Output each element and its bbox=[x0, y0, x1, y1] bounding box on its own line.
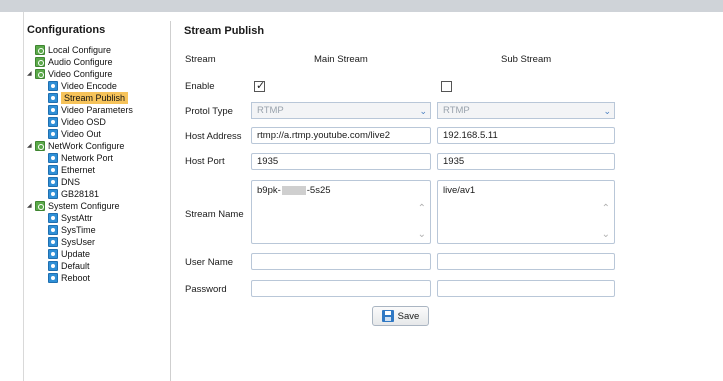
enable-label: Enable bbox=[185, 81, 215, 92]
sidebar-item-default[interactable]: Default bbox=[48, 260, 90, 272]
host-address-label: Host Address bbox=[185, 131, 242, 142]
top-bar bbox=[0, 0, 723, 12]
sidebar-item-network-configure[interactable]: ◢ NetWork Configure bbox=[27, 140, 124, 152]
scroll-up-icon[interactable]: ⌃ bbox=[602, 203, 610, 214]
main-stream-host-address-input[interactable]: rtmp://a.rtmp.youtube.com/live2 bbox=[251, 127, 431, 144]
sidebar-item-stream-publish[interactable]: Stream Publish bbox=[48, 92, 129, 104]
sub-stream-heading: Sub Stream bbox=[501, 54, 552, 65]
sidebar-item-network-port[interactable]: Network Port bbox=[48, 152, 113, 164]
sidebar-item-video-osd[interactable]: Video OSD bbox=[48, 116, 106, 128]
main-stream-user-name-input[interactable] bbox=[251, 253, 431, 270]
save-button[interactable]: Save bbox=[372, 306, 429, 326]
sidebar-item-video-parameters[interactable]: Video Parameters bbox=[48, 104, 133, 116]
folder-gear-icon bbox=[35, 69, 45, 79]
host-port-label: Host Port bbox=[185, 156, 225, 167]
sub-stream-host-address-input[interactable]: 192.168.5.11 bbox=[437, 127, 615, 144]
folder-gear-icon bbox=[35, 45, 45, 55]
main-stream-password-input[interactable] bbox=[251, 280, 431, 297]
scroll-down-icon[interactable]: ⌄ bbox=[418, 229, 426, 240]
checkmark-icon: ✓ bbox=[256, 80, 266, 92]
chevron-down-icon: ⌄ bbox=[419, 106, 427, 116]
main-stream-protocol-select[interactable]: RTMP ⌄ bbox=[251, 102, 431, 119]
sidebar-item-system-configure[interactable]: ◢ System Configure bbox=[27, 200, 120, 212]
sub-stream-password-input[interactable] bbox=[437, 280, 615, 297]
page-icon bbox=[48, 225, 58, 235]
sidebar-item-reboot[interactable]: Reboot bbox=[48, 272, 90, 284]
page-icon bbox=[48, 129, 58, 139]
page-icon bbox=[48, 249, 58, 259]
main-stream-name-textarea[interactable]: b9pk- -5s25 ⌃ ⌄ bbox=[251, 180, 431, 244]
sub-stream-name-textarea[interactable]: live/av1 ⌃ ⌄ bbox=[437, 180, 615, 244]
main-stream-host-port-input[interactable]: 1935 bbox=[251, 153, 431, 170]
save-disk-icon bbox=[381, 310, 394, 322]
sidebar-item-ethernet[interactable]: Ethernet bbox=[48, 164, 95, 176]
sidebar-item-audio-configure[interactable]: Audio Configure bbox=[35, 56, 113, 68]
scroll-up-icon[interactable]: ⌃ bbox=[418, 203, 426, 214]
scroll-down-icon[interactable]: ⌄ bbox=[602, 229, 610, 240]
page-icon bbox=[48, 153, 58, 163]
page-icon bbox=[48, 117, 58, 127]
folder-gear-icon bbox=[35, 57, 45, 67]
page-icon bbox=[48, 273, 58, 283]
sidebar: Configurations Local Configure Audio Con… bbox=[23, 21, 171, 381]
user-name-label: User Name bbox=[185, 257, 234, 268]
chevron-down-icon: ⌄ bbox=[603, 106, 611, 116]
expand-triangle-icon[interactable]: ◢ bbox=[27, 140, 33, 152]
sub-stream-user-name-input[interactable] bbox=[437, 253, 615, 270]
sidebar-item-video-encode[interactable]: Video Encode bbox=[48, 80, 117, 92]
password-label: Password bbox=[185, 284, 227, 295]
sidebar-item-systattr[interactable]: SystAttr bbox=[48, 212, 93, 224]
page-icon bbox=[48, 93, 58, 103]
sidebar-item-gb28181[interactable]: GB28181 bbox=[48, 188, 99, 200]
page-icon bbox=[48, 213, 58, 223]
page-icon bbox=[48, 81, 58, 91]
sidebar-title: Configurations bbox=[27, 24, 106, 36]
protocol-type-label: Protol Type bbox=[185, 106, 233, 117]
main-stream-enable-checkbox[interactable]: ✓ bbox=[254, 80, 266, 92]
page-icon bbox=[48, 177, 58, 187]
sidebar-item-update[interactable]: Update bbox=[48, 248, 90, 260]
page-icon bbox=[48, 165, 58, 175]
sidebar-item-local-configure[interactable]: Local Configure bbox=[35, 44, 111, 56]
page-icon bbox=[48, 261, 58, 271]
sidebar-item-video-configure[interactable]: ◢ Video Configure bbox=[27, 68, 112, 80]
folder-gear-icon bbox=[35, 201, 45, 211]
sidebar-item-sysuser[interactable]: SysUser bbox=[48, 236, 95, 248]
page-title: Stream Publish bbox=[184, 25, 265, 37]
expand-triangle-icon[interactable]: ◢ bbox=[27, 200, 33, 212]
page-icon bbox=[48, 105, 58, 115]
folder-gear-icon bbox=[35, 141, 45, 151]
expand-triangle-icon[interactable]: ◢ bbox=[27, 68, 33, 80]
sub-stream-protocol-select[interactable]: RTMP ⌄ bbox=[437, 102, 615, 119]
sidebar-item-video-out[interactable]: Video Out bbox=[48, 128, 101, 140]
stream-name-label: Stream Name bbox=[185, 209, 244, 220]
redacted-text bbox=[281, 185, 306, 195]
sidebar-item-systime[interactable]: SysTime bbox=[48, 224, 96, 236]
page-icon bbox=[48, 237, 58, 247]
sidebar-item-dns[interactable]: DNS bbox=[48, 176, 80, 188]
sub-stream-enable-checkbox[interactable] bbox=[441, 81, 452, 92]
stream-label: Stream bbox=[185, 54, 216, 65]
sub-stream-host-port-input[interactable]: 1935 bbox=[437, 153, 615, 170]
page-icon bbox=[48, 189, 58, 199]
main-stream-heading: Main Stream bbox=[314, 54, 368, 65]
